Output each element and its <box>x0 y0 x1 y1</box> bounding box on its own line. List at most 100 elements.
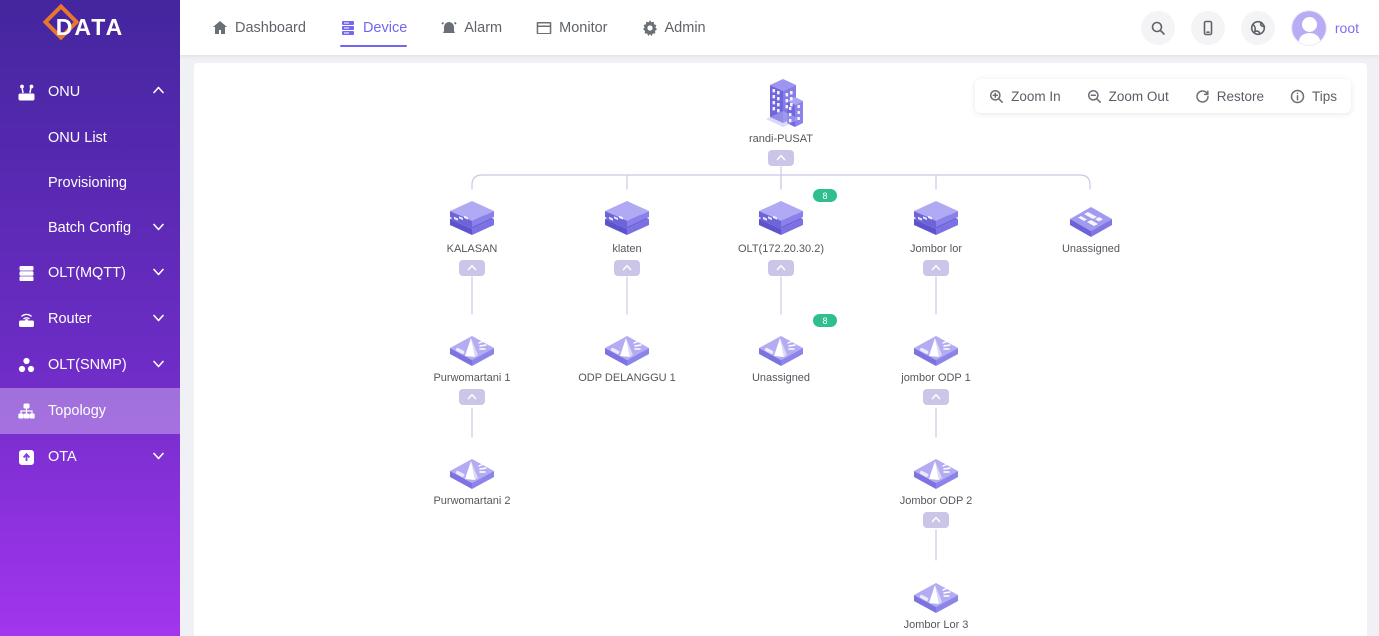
mobile-button[interactable] <box>1191 11 1225 45</box>
tab-admin[interactable]: Admin <box>642 0 706 55</box>
tab-alarm[interactable]: Alarm <box>441 0 502 55</box>
sidebar-item-onu[interactable]: ONU <box>0 69 180 115</box>
tab-monitor[interactable]: Monitor <box>536 0 607 55</box>
topology-node-jombor-lor-3[interactable]: Jombor Lor 3 <box>866 563 1006 631</box>
topology-node-jombor-odp-1[interactable]: jombor ODP 1 <box>866 316 1006 405</box>
building-icon <box>756 71 806 129</box>
home-icon <box>212 20 228 36</box>
sidebar-item-olt-mqtt[interactable]: OLT(MQTT) <box>0 250 180 296</box>
logo-text: DATA <box>56 14 124 41</box>
odp-splitter-icon <box>912 439 960 491</box>
topology-node-purwomartani-2[interactable]: Purwomartani 2 <box>402 439 542 507</box>
chevron-down-icon <box>153 357 164 373</box>
sidebar-item-ota[interactable]: OTA <box>0 434 180 480</box>
header-actions: root <box>1141 0 1359 55</box>
node-label: Purwomartani 1 <box>433 372 510 384</box>
sidebar-item-label: OLT(MQTT) <box>48 265 126 281</box>
collapse-button[interactable] <box>459 260 485 276</box>
node-label: Jombor Lor 3 <box>904 619 969 631</box>
tab-device[interactable]: Device <box>340 0 407 55</box>
sidebar-item-label: Batch Config <box>48 220 131 236</box>
topology-node-unassigned-device[interactable]: Unassigned <box>1021 191 1161 255</box>
search-icon <box>1150 20 1166 36</box>
mobile-phone-icon <box>1200 20 1216 36</box>
odp-splitter-icon <box>448 439 496 491</box>
odp-splitter-icon <box>757 316 805 368</box>
alarm-icon <box>441 20 457 36</box>
info-icon <box>1290 89 1305 104</box>
app-logo[interactable]: DATA <box>0 0 180 55</box>
language-button[interactable] <box>1241 11 1275 45</box>
device-server-icon <box>340 20 356 36</box>
tab-label: Device <box>363 20 407 36</box>
topology-node-klaten[interactable]: klaten <box>557 191 697 276</box>
sidebar-item-topology[interactable]: Topology <box>0 388 180 434</box>
collapse-button[interactable] <box>614 260 640 276</box>
chevron-up-icon <box>153 84 164 100</box>
sidebar-item-olt-snmp[interactable]: OLT(SNMP) <box>0 342 180 388</box>
topology-node-jombor-lor[interactable]: Jombor lor <box>866 191 1006 276</box>
sidebar-item-label: Provisioning <box>48 175 127 191</box>
sidebar-item-label: ONU List <box>48 130 107 146</box>
collapse-button[interactable] <box>923 512 949 528</box>
sitemap-icon <box>18 403 35 420</box>
topology-node-randi-pusat[interactable]: randi-PUSAT <box>711 71 851 166</box>
tab-label: Admin <box>665 20 706 36</box>
sidebar-item-label: Router <box>48 311 92 327</box>
node-label: OLT(172.20.30.2) <box>738 243 824 255</box>
tab-label: Alarm <box>464 20 502 36</box>
topology-canvas[interactable]: Zoom In Zoom Out Restore Tips <box>194 63 1367 636</box>
topology-node-unassigned-odp[interactable]: 8 Unassigned <box>711 316 851 384</box>
server-stack-icon <box>18 265 35 282</box>
olt-device-icon <box>755 191 807 239</box>
node-label: ODP DELANGGU 1 <box>578 372 676 384</box>
sidebar-item-provisioning[interactable]: Provisioning <box>0 160 180 205</box>
zoom-in-button[interactable]: Zoom In <box>989 89 1061 104</box>
collapse-button[interactable] <box>459 389 485 405</box>
node-label: Jombor lor <box>910 243 962 255</box>
restore-icon <box>1195 89 1210 104</box>
chevron-down-icon <box>153 265 164 281</box>
topology-node-olt-172-20-30-2[interactable]: 8 OLT(172.20.30.2) <box>711 191 851 276</box>
chevron-down-icon <box>153 449 164 465</box>
topology-node-odp-delanggu-1[interactable]: ODP DELANGGU 1 <box>557 316 697 384</box>
onu-count-badge: 8 <box>813 314 837 327</box>
nodes-cluster-icon <box>18 357 35 374</box>
tab-dashboard[interactable]: Dashboard <box>212 0 306 55</box>
topology-node-jombor-odp-2[interactable]: Jombor ODP 2 <box>866 439 1006 528</box>
sidebar-item-batch-config[interactable]: Batch Config <box>0 205 180 250</box>
topology-node-purwomartani-1[interactable]: Purwomartani 1 <box>402 316 542 405</box>
main-nav: Dashboard Device Alarm Monitor Admin <box>212 0 706 55</box>
chevron-down-icon <box>153 311 164 327</box>
zoom-in-icon <box>989 89 1004 104</box>
zoom-out-button[interactable]: Zoom Out <box>1087 89 1169 104</box>
sidebar-item-onu-list[interactable]: ONU List <box>0 115 180 160</box>
tab-label: Dashboard <box>235 20 306 36</box>
sidebar-item-router[interactable]: Router <box>0 296 180 342</box>
router-icon <box>18 311 35 328</box>
sidebar-menu: ONU ONU List Provisioning Batch Config O… <box>0 55 180 480</box>
odp-splitter-icon <box>448 316 496 368</box>
topology-node-kalasan[interactable]: KALASAN <box>402 191 542 276</box>
node-label: KALASAN <box>447 243 498 255</box>
collapse-button[interactable] <box>923 260 949 276</box>
node-label: jombor ODP 1 <box>901 372 971 384</box>
gear-icon <box>642 20 658 36</box>
olt-device-icon <box>910 191 962 239</box>
chevron-down-icon <box>153 220 164 236</box>
restore-button[interactable]: Restore <box>1195 89 1264 104</box>
collapse-button[interactable] <box>768 150 794 166</box>
collapse-button[interactable] <box>923 389 949 405</box>
olt-device-icon <box>446 191 498 239</box>
onu-count-badge: 8 <box>813 189 837 202</box>
user-menu[interactable]: root <box>1291 10 1359 46</box>
avatar <box>1291 10 1327 46</box>
search-button[interactable] <box>1141 11 1175 45</box>
username: root <box>1335 20 1359 36</box>
sidebar-item-label: Topology <box>48 403 106 419</box>
tips-button[interactable]: Tips <box>1290 89 1337 104</box>
sidebar-item-label: ONU <box>48 84 80 100</box>
collapse-button[interactable] <box>768 260 794 276</box>
node-label: randi-PUSAT <box>749 133 813 145</box>
odp-splitter-icon <box>912 316 960 368</box>
